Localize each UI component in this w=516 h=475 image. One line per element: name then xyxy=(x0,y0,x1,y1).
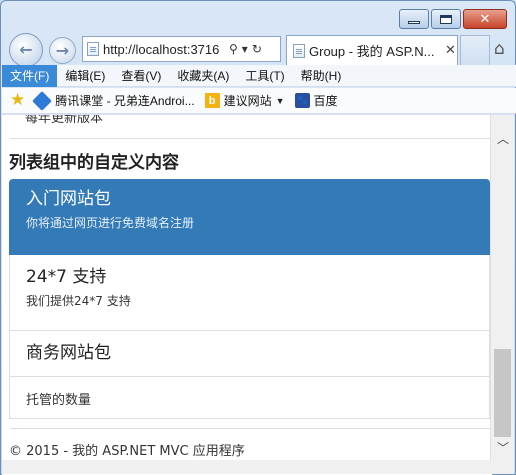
tencent-classroom-icon xyxy=(32,90,53,111)
dropdown-arrow-icon[interactable]: ▼ xyxy=(276,96,285,106)
bing-icon: b xyxy=(204,93,220,108)
page-viewport: 每年更新版本 列表组中的自定义内容 入门网站包 你将通过网页进行免费域名注册 2… xyxy=(2,115,492,475)
favorite-tencent[interactable]: 腾讯课堂 - 兄弟连Androi... xyxy=(32,90,195,111)
tab-close-icon[interactable]: ✕ xyxy=(445,44,456,57)
cut-off-text: 每年更新版本 xyxy=(25,115,104,126)
favorite-baidu-label: 百度 xyxy=(313,94,338,108)
navigation-row: ← → http://localhost:3716 ⚲ ▾ ↻ Group - … xyxy=(1,31,516,67)
maximize-button[interactable] xyxy=(431,9,461,29)
close-button[interactable]: ✕ xyxy=(463,9,507,29)
scroll-thumb[interactable] xyxy=(494,349,511,437)
scroll-down-icon[interactable]: ﹀ xyxy=(491,438,515,456)
favorites-bar: ★ 腾讯课堂 - 兄弟连Androi... b 建议网站 ▼ 🐾 百度 xyxy=(2,88,516,114)
address-text: http://localhost:3716 xyxy=(103,41,220,57)
menu-item-tools[interactable]: 工具(T) xyxy=(237,65,292,87)
page-icon xyxy=(87,42,99,56)
back-button[interactable]: ← xyxy=(9,33,43,67)
search-icon[interactable]: ⚲ xyxy=(229,43,238,55)
address-bar[interactable]: http://localhost:3716 ⚲ ▾ ↻ xyxy=(82,36,281,62)
new-tab-button[interactable] xyxy=(460,35,490,65)
section-title: 列表组中的自定义内容 xyxy=(9,153,179,173)
scroll-up-icon[interactable]: ︿ xyxy=(491,129,515,147)
list-item-business-package[interactable]: 商务网站包 xyxy=(9,331,490,377)
list-group: 入门网站包 你将通过网页进行免费域名注册 24*7 支持 我们提供24*7 支持… xyxy=(9,179,490,419)
home-icon[interactable]: ⌂ xyxy=(494,41,505,58)
favorite-suggested-label: 建议网站 xyxy=(223,94,272,108)
vertical-scrollbar[interactable]: ︿ ﹀ xyxy=(490,115,514,462)
footer-divider xyxy=(10,428,490,429)
window-controls: ✕ xyxy=(399,9,507,29)
refresh-icon[interactable]: ↻ xyxy=(252,43,262,55)
list-item-text: 你将通过网页进行免费域名注册 xyxy=(26,216,195,230)
favorite-suggested-sites[interactable]: b 建议网站 ▼ xyxy=(204,92,285,109)
close-icon: ✕ xyxy=(479,11,491,27)
tab-group[interactable]: Group - 我的 ASP.N... ✕ xyxy=(286,35,458,65)
menu-item-help[interactable]: 帮助(H) xyxy=(293,65,350,87)
favorite-tencent-label: 腾讯课堂 - 兄弟连Androi... xyxy=(55,94,195,108)
list-item-hosting-count[interactable]: 托管的数量 xyxy=(9,377,490,419)
menu-item-view[interactable]: 查看(V) xyxy=(113,65,169,87)
forward-arrow-icon: → xyxy=(55,40,70,60)
page-footer: © 2015 - 我的 ASP.NET MVC 应用程序 xyxy=(9,444,245,459)
divider xyxy=(10,138,490,139)
list-item-heading: 24*7 支持 xyxy=(26,267,107,287)
forward-button[interactable]: → xyxy=(49,37,76,64)
menu-item-edit[interactable]: 编辑(E) xyxy=(57,65,113,87)
list-item-starter-package[interactable]: 入门网站包 你将通过网页进行免费域名注册 xyxy=(9,179,490,255)
baidu-paw-icon: 🐾 xyxy=(294,93,310,108)
minimize-icon xyxy=(408,20,420,24)
minimize-button[interactable] xyxy=(399,9,429,29)
list-item-heading: 入门网站包 xyxy=(26,189,111,209)
address-actions: ⚲ ▾ ↻ xyxy=(229,43,262,55)
menu-bar: 文件(F) 编辑(E) 查看(V) 收藏夹(A) 工具(T) 帮助(H) xyxy=(2,64,516,87)
favorites-star-icon[interactable]: ★ xyxy=(10,92,25,109)
status-strip xyxy=(2,460,514,474)
list-item-heading: 商务网站包 xyxy=(26,343,111,363)
list-item-support[interactable]: 24*7 支持 我们提供24*7 支持 xyxy=(9,255,490,331)
chevron-down-icon[interactable]: ▾ xyxy=(242,43,248,55)
tab-page-icon xyxy=(293,43,305,58)
tab-title: Group - 我的 ASP.N... xyxy=(309,44,435,59)
list-item-text: 我们提供24*7 支持 xyxy=(26,294,131,308)
back-arrow-icon: ← xyxy=(19,40,33,59)
favorite-baidu[interactable]: 🐾 百度 xyxy=(294,92,338,109)
menu-item-favorites[interactable]: 收藏夹(A) xyxy=(169,65,237,87)
browser-window: ✕ ← → http://localhost:3716 ⚲ ▾ ↻ Group … xyxy=(0,0,516,475)
menu-item-file[interactable]: 文件(F) xyxy=(2,64,58,87)
list-item-text: 托管的数量 xyxy=(26,393,92,408)
maximize-icon xyxy=(440,14,452,24)
